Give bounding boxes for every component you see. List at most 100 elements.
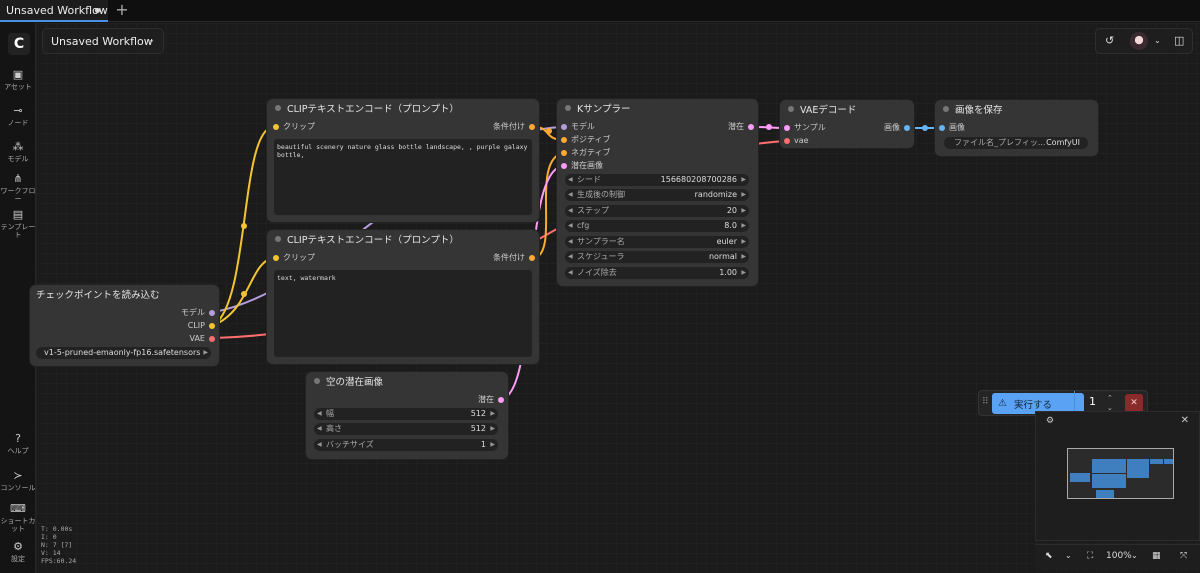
- workflow-icon: ⋔: [13, 172, 23, 185]
- collapse-dot-icon[interactable]: [275, 105, 281, 111]
- node-title: 画像を保存: [955, 105, 1003, 116]
- node-title: 空の潜在画像: [326, 377, 384, 388]
- node-title: CLIPテキストエンコード（プロンプト）: [287, 104, 459, 115]
- chevron-left-icon: ◀: [317, 441, 322, 448]
- tab-unsaved-workflow[interactable]: Unsaved Workflow: [0, 0, 108, 22]
- node-clip-text-encode-positive[interactable]: CLIPテキストエンコード（プロンプト） クリップ 条件付け beautiful…: [267, 99, 539, 222]
- output-conditioning[interactable]: 条件付け: [493, 253, 535, 263]
- select-mode-icon[interactable]: ⬉: [1045, 551, 1053, 561]
- filename-prefix-widget[interactable]: ファイル名_プレフィッ... ComfyUI: [944, 137, 1088, 149]
- chevron-left-icon: ◀: [568, 238, 573, 245]
- output-latent[interactable]: 潜在: [728, 122, 754, 132]
- input-positive[interactable]: ポジティブ: [561, 135, 611, 145]
- sidebar-item-assets[interactable]: ▣ アセット: [0, 68, 36, 92]
- chevron-left-icon: ◀: [568, 207, 573, 214]
- template-icon: ▤: [12, 208, 24, 221]
- sidebar-item-console[interactable]: ≻ コンソール: [0, 469, 36, 493]
- sidebar-item-nodes[interactable]: ⊸ ノード: [0, 104, 36, 128]
- output-model[interactable]: モデル: [181, 308, 215, 318]
- node-clip-text-encode-negative[interactable]: CLIPテキストエンコード（プロンプト） クリップ 条件付け text, wat…: [267, 230, 539, 364]
- chevron-right-icon: ▶: [203, 349, 208, 356]
- close-icon[interactable]: ✕: [1181, 415, 1189, 426]
- denoise-widget[interactable]: ◀ ノイズ除去 1.00 ▶: [565, 267, 749, 279]
- sidebar-item-shortcuts[interactable]: ⌨ ショートカット: [0, 502, 36, 534]
- console-icon: ≻: [13, 469, 23, 482]
- collapse-dot-icon[interactable]: [943, 106, 949, 112]
- chevron-left-icon: ◀: [317, 425, 322, 432]
- minimap[interactable]: ⚙ ✕: [1035, 411, 1200, 541]
- comfy-logo[interactable]: C: [8, 33, 30, 55]
- stepper-icon[interactable]: ⌃ ⌄: [1107, 393, 1113, 413]
- chevron-down-icon: ⌄: [148, 35, 155, 44]
- chevron-down-icon[interactable]: ⌄: [1131, 551, 1138, 560]
- sidebar-item-help[interactable]: ? ヘルプ: [0, 432, 36, 456]
- width-widget[interactable]: ◀ 幅 512 ▶: [314, 408, 498, 420]
- avatar[interactable]: [1130, 32, 1148, 50]
- chevron-right-icon: ▶: [741, 238, 746, 245]
- chevron-down-icon[interactable]: ⌄: [1065, 551, 1072, 560]
- ckpt-name-select[interactable]: v1-5-pruned-emaonly-fp16.safetensors ▶: [36, 347, 211, 359]
- node-vae-decode[interactable]: VAEデコード サンプル vae 画像: [780, 100, 914, 148]
- output-latent[interactable]: 潜在: [478, 395, 504, 405]
- collapse-dot-icon[interactable]: [314, 378, 320, 384]
- input-model[interactable]: モデル: [561, 122, 595, 132]
- batch-count-input[interactable]: 1: [1089, 395, 1096, 408]
- collapse-dot-icon[interactable]: [788, 106, 794, 112]
- chevron-right-icon: ▶: [741, 222, 746, 229]
- collapse-dot-icon[interactable]: [275, 236, 281, 242]
- help-icon: ?: [15, 432, 21, 445]
- canvas-controls: ⬉ ⌄ ⛶ 100% ⌄ ▦ ⤧: [1035, 544, 1200, 569]
- node-title: チェックポイントを読み込む: [36, 290, 160, 301]
- chevron-right-icon: ▶: [490, 410, 495, 417]
- collapse-dot-icon[interactable]: [565, 105, 571, 111]
- node-icon: ⊸: [13, 104, 23, 117]
- node-title: VAEデコード: [800, 105, 857, 116]
- input-images[interactable]: 画像: [939, 123, 965, 133]
- image-icon: ▣: [12, 68, 24, 81]
- history-icon[interactable]: ↺: [1105, 34, 1114, 47]
- filter-settings-icon[interactable]: ⚙: [1046, 416, 1054, 426]
- sidebar-item-settings[interactable]: ⚙ 設定: [0, 541, 36, 564]
- cfg-widget[interactable]: ◀ cfg 8.0 ▶: [565, 220, 749, 232]
- input-samples[interactable]: サンプル: [784, 123, 826, 133]
- input-latent-image[interactable]: 潜在画像: [561, 161, 603, 171]
- input-clip[interactable]: クリップ: [273, 122, 315, 132]
- link-visibility-icon[interactable]: ⤧: [1180, 551, 1187, 561]
- input-vae[interactable]: vae: [784, 136, 809, 146]
- node-title: CLIPテキストエンコード（プロンプト）: [287, 235, 459, 246]
- seed-widget[interactable]: ◀ シード 156680208700286 ▶: [565, 174, 749, 186]
- output-clip[interactable]: CLIP: [188, 321, 215, 331]
- minimap-toggle-icon[interactable]: ▦: [1152, 551, 1161, 561]
- zoom-level[interactable]: 100%: [1106, 551, 1132, 561]
- tab-bar: Unsaved Workflow +: [0, 0, 1200, 22]
- sidebar-item-templates[interactable]: ▤ テンプレート: [0, 208, 36, 240]
- node-ksampler[interactable]: Kサンプラー モデル ポジティブ ネガティブ 潜在画像 潜在 ◀ シード 15668…: [557, 99, 758, 286]
- chevron-left-icon: ◀: [568, 191, 573, 198]
- scheduler-widget[interactable]: ◀ スケジューラ normal ▶: [565, 251, 749, 263]
- new-tab-button[interactable]: +: [114, 1, 130, 19]
- chevron-down-icon[interactable]: ⌄: [1154, 36, 1161, 45]
- prompt-textarea[interactable]: beautiful scenery nature glass bottle la…: [274, 139, 532, 215]
- panel-toggle-icon[interactable]: ◫: [1174, 34, 1184, 47]
- node-save-image[interactable]: 画像を保存 画像 ファイル名_プレフィッ... ComfyUI: [935, 100, 1098, 156]
- chevron-right-icon: ▶: [741, 269, 746, 276]
- height-widget[interactable]: ◀ 高さ 512 ▶: [314, 423, 498, 435]
- output-image[interactable]: 画像: [884, 123, 910, 133]
- node-empty-latent-image[interactable]: 空の潜在画像 潜在 ◀ 幅 512 ▶ ◀ 高さ 512 ▶ ◀ バッチサイズ 1 ▶: [306, 372, 508, 459]
- output-vae[interactable]: VAE: [190, 334, 215, 344]
- keyboard-icon: ⌨: [10, 502, 26, 515]
- node-checkpoint-loader[interactable]: チェックポイントを読み込む モデル CLIP VAE v1-5-pruned-e…: [30, 285, 219, 366]
- sampler-name-widget[interactable]: ◀ サンプラー名 euler ▶: [565, 236, 749, 248]
- batch-size-widget[interactable]: ◀ バッチサイズ 1 ▶: [314, 439, 498, 451]
- input-clip[interactable]: クリップ: [273, 253, 315, 263]
- sidebar-item-workflows[interactable]: ⋔ ワークフロー: [0, 172, 36, 204]
- workflow-title-menu[interactable]: Unsaved Workflow ⌄: [42, 28, 164, 54]
- drag-handle-icon[interactable]: ⠿: [982, 397, 989, 407]
- sidebar-item-models[interactable]: ⁂ モデル: [0, 141, 36, 164]
- prompt-textarea[interactable]: text, watermark: [274, 270, 532, 357]
- input-negative[interactable]: ネガティブ: [561, 148, 611, 158]
- output-conditioning[interactable]: 条件付け: [493, 122, 535, 132]
- steps-widget[interactable]: ◀ ステップ 20 ▶: [565, 205, 749, 217]
- control-after-generate-widget[interactable]: ◀ 生成後の制御 randomize ▶: [565, 189, 749, 201]
- fit-view-icon[interactable]: ⛶: [1087, 551, 1093, 561]
